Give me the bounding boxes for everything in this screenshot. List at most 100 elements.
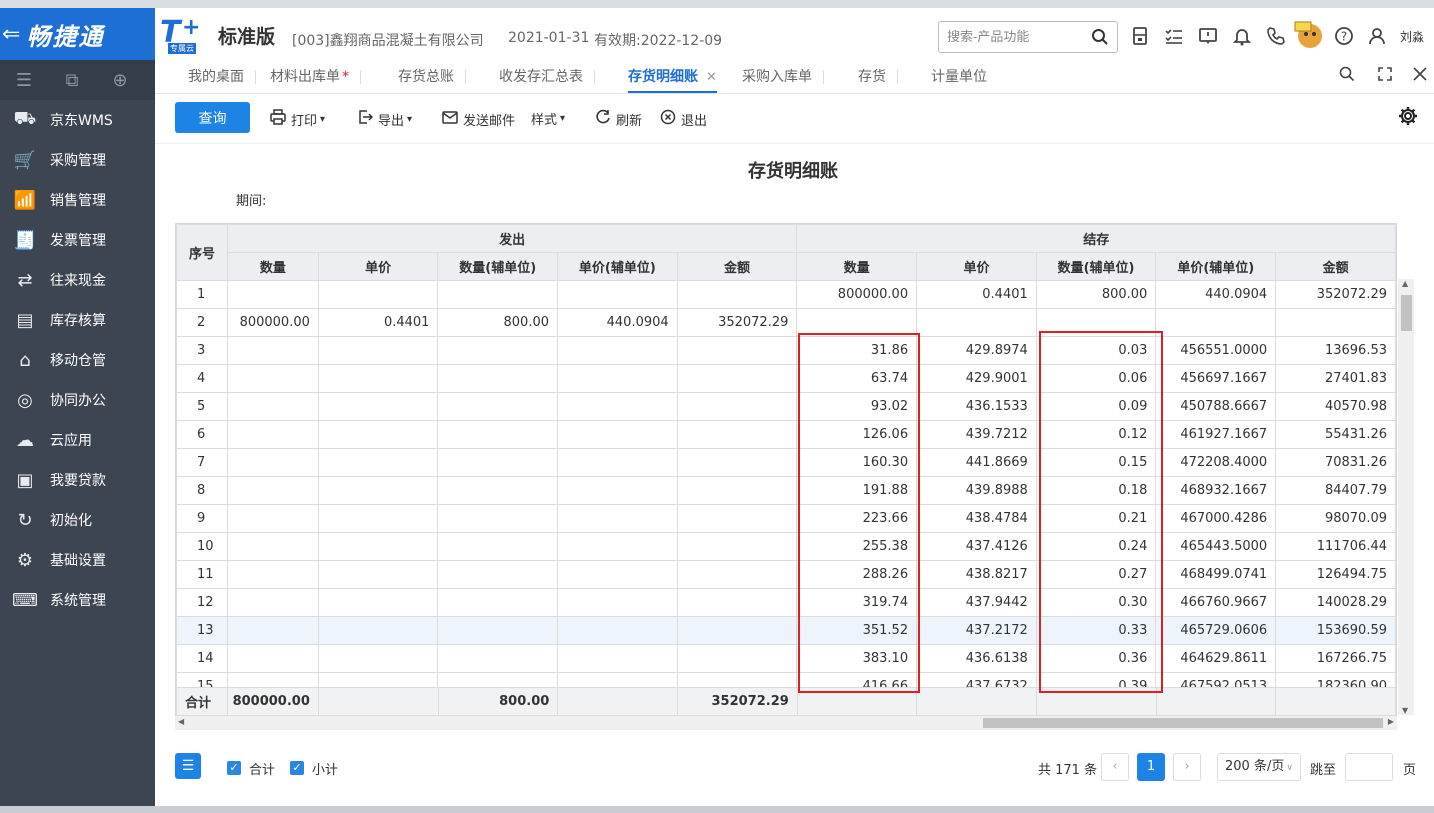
- sidebar-item-11[interactable]: ⚙ 基础设置: [0, 540, 155, 580]
- table-cell[interactable]: [317, 420, 439, 449]
- table-cell[interactable]: 436.6138: [916, 644, 1037, 673]
- scroll-down-icon[interactable]: ▼: [1402, 706, 1408, 715]
- table-cell[interactable]: 429.8974: [916, 336, 1037, 365]
- message-icon[interactable]: [1198, 26, 1220, 48]
- table-row[interactable]: 5 93.02 436.1533 0.09 450788.6667 40570.98: [176, 392, 1396, 421]
- column-header[interactable]: 金额: [676, 252, 798, 281]
- table-row[interactable]: 9 223.66 438.4784 0.21 467000.4286 98070.09: [176, 504, 1396, 533]
- tab-desktop[interactable]: 我的桌面: [188, 60, 256, 93]
- table-cell[interactable]: 0.4401: [317, 308, 439, 337]
- table-cell[interactable]: 438.8217: [916, 560, 1037, 589]
- table-cell[interactable]: 465443.5000: [1155, 532, 1277, 561]
- table-cell[interactable]: [437, 560, 558, 589]
- refresh-button[interactable]: 刷新: [595, 109, 642, 129]
- table-cell[interactable]: [226, 532, 319, 561]
- sidebar-item-6[interactable]: ⌂ 移动仓管: [0, 340, 155, 380]
- table-row[interactable]: 12 319.74 437.9442 0.30 466760.9667 140028.29: [176, 588, 1396, 617]
- table-cell[interactable]: 439.7212: [916, 420, 1037, 449]
- print-button[interactable]: 打印 ▾: [270, 109, 325, 129]
- table-cell[interactable]: [676, 504, 798, 533]
- table-row[interactable]: 6 126.06 439.7212 0.12 461927.1667 55431.26: [176, 420, 1396, 449]
- table-cell[interactable]: 437.4126: [916, 532, 1037, 561]
- table-cell[interactable]: 472208.4000: [1155, 448, 1277, 477]
- table-cell[interactable]: 468499.0741: [1155, 560, 1277, 589]
- phone-icon[interactable]: [1266, 26, 1288, 48]
- table-cell[interactable]: [226, 420, 319, 449]
- subtotal-checkbox[interactable]: ✓: [290, 761, 304, 775]
- table-cell[interactable]: 13696.53: [1275, 336, 1396, 365]
- table-cell[interactable]: 468932.1667: [1155, 476, 1277, 505]
- sidebar-item-3[interactable]: 🧾 发票管理: [0, 220, 155, 260]
- sidebar-item-8[interactable]: ☁ 云应用: [0, 420, 155, 460]
- table-cell[interactable]: 436.1533: [916, 392, 1037, 421]
- sidebar-item-9[interactable]: ▣ 我要贷款: [0, 460, 155, 500]
- table-cell[interactable]: [437, 532, 558, 561]
- table-cell[interactable]: 111706.44: [1275, 532, 1396, 561]
- table-cell[interactable]: 437.9442: [916, 588, 1037, 617]
- table-cell[interactable]: 461927.1667: [1155, 420, 1277, 449]
- horizontal-scrollbar[interactable]: ◀ ▶: [175, 716, 1397, 730]
- scroll-left-icon[interactable]: ◀: [178, 717, 184, 726]
- table-cell[interactable]: [557, 476, 678, 505]
- search-icon[interactable]: [1091, 28, 1109, 50]
- table-cell[interactable]: 84407.79: [1275, 476, 1396, 505]
- horizontal-scroll-thumb[interactable]: [983, 718, 1383, 728]
- table-cell[interactable]: [226, 448, 319, 477]
- table-cell[interactable]: [557, 420, 678, 449]
- table-cell[interactable]: [676, 448, 798, 477]
- table-cell[interactable]: [1155, 308, 1277, 337]
- search-box[interactable]: [938, 21, 1118, 53]
- tab-inventory[interactable]: 存货: [858, 60, 898, 93]
- table-cell[interactable]: [317, 644, 439, 673]
- table-cell[interactable]: [317, 588, 439, 617]
- table-cell[interactable]: [226, 392, 319, 421]
- table-row[interactable]: 1 800000.00 0.4401 800.00 440.0904 352072.29: [176, 280, 1396, 309]
- prev-page-button[interactable]: ‹: [1101, 753, 1129, 781]
- tab-inventory-ledger[interactable]: 存货总账: [398, 60, 466, 93]
- vertical-scrollbar[interactable]: ▲ ▼: [1398, 279, 1414, 715]
- table-cell[interactable]: [437, 616, 558, 645]
- table-cell[interactable]: 167266.75: [1275, 644, 1396, 673]
- table-cell[interactable]: [226, 588, 319, 617]
- column-header[interactable]: 数量(辅单位): [437, 252, 558, 281]
- table-cell[interactable]: 438.4784: [916, 504, 1037, 533]
- table-cell[interactable]: [226, 504, 319, 533]
- table-cell[interactable]: [226, 364, 319, 393]
- export-button[interactable]: 导出 ▾: [357, 109, 412, 129]
- table-cell[interactable]: 70831.26: [1275, 448, 1396, 477]
- table-cell[interactable]: [676, 476, 798, 505]
- table-cell[interactable]: [437, 420, 558, 449]
- table-cell[interactable]: [317, 364, 439, 393]
- table-cell[interactable]: 440.0904: [557, 308, 678, 337]
- exit-button[interactable]: 退出: [660, 109, 707, 129]
- table-cell[interactable]: [226, 476, 319, 505]
- tab-purchase-in[interactable]: 采购入库单: [742, 60, 824, 93]
- table-cell[interactable]: [557, 448, 678, 477]
- search-input[interactable]: [947, 22, 1087, 50]
- goto-page-input[interactable]: [1345, 753, 1393, 781]
- table-cell[interactable]: [437, 448, 558, 477]
- company-name[interactable]: [003]鑫翔商品混凝土有限公司: [292, 30, 484, 50]
- scroll-right-icon[interactable]: ▶: [1388, 717, 1394, 726]
- table-cell[interactable]: [676, 616, 798, 645]
- table-row[interactable]: 10 255.38 437.4126 0.24 465443.5000 111706.44: [176, 532, 1396, 561]
- table-cell[interactable]: [437, 476, 558, 505]
- table-cell[interactable]: [557, 616, 678, 645]
- table-cell[interactable]: 352072.29: [676, 308, 798, 337]
- table-cell[interactable]: 439.8988: [916, 476, 1037, 505]
- table-cell[interactable]: 464629.8611: [1155, 644, 1277, 673]
- table-cell[interactable]: 40570.98: [1275, 392, 1396, 421]
- table-cell[interactable]: [557, 280, 678, 309]
- table-cell[interactable]: [437, 504, 558, 533]
- table-cell[interactable]: [557, 392, 678, 421]
- table-cell[interactable]: [317, 560, 439, 589]
- sidebar-item-5[interactable]: ▤ 库存核算: [0, 300, 155, 340]
- tab-search-icon[interactable]: [1339, 66, 1355, 86]
- table-cell[interactable]: 140028.29: [1275, 588, 1396, 617]
- table-cell[interactable]: [437, 644, 558, 673]
- table-cell[interactable]: 800000.00: [796, 280, 918, 309]
- table-cell[interactable]: [1275, 308, 1396, 337]
- brand-block[interactable]: ⇐ 畅捷通: [0, 8, 155, 60]
- mascot-icon[interactable]: [1293, 20, 1327, 50]
- tab-unit[interactable]: 计量单位: [931, 60, 987, 93]
